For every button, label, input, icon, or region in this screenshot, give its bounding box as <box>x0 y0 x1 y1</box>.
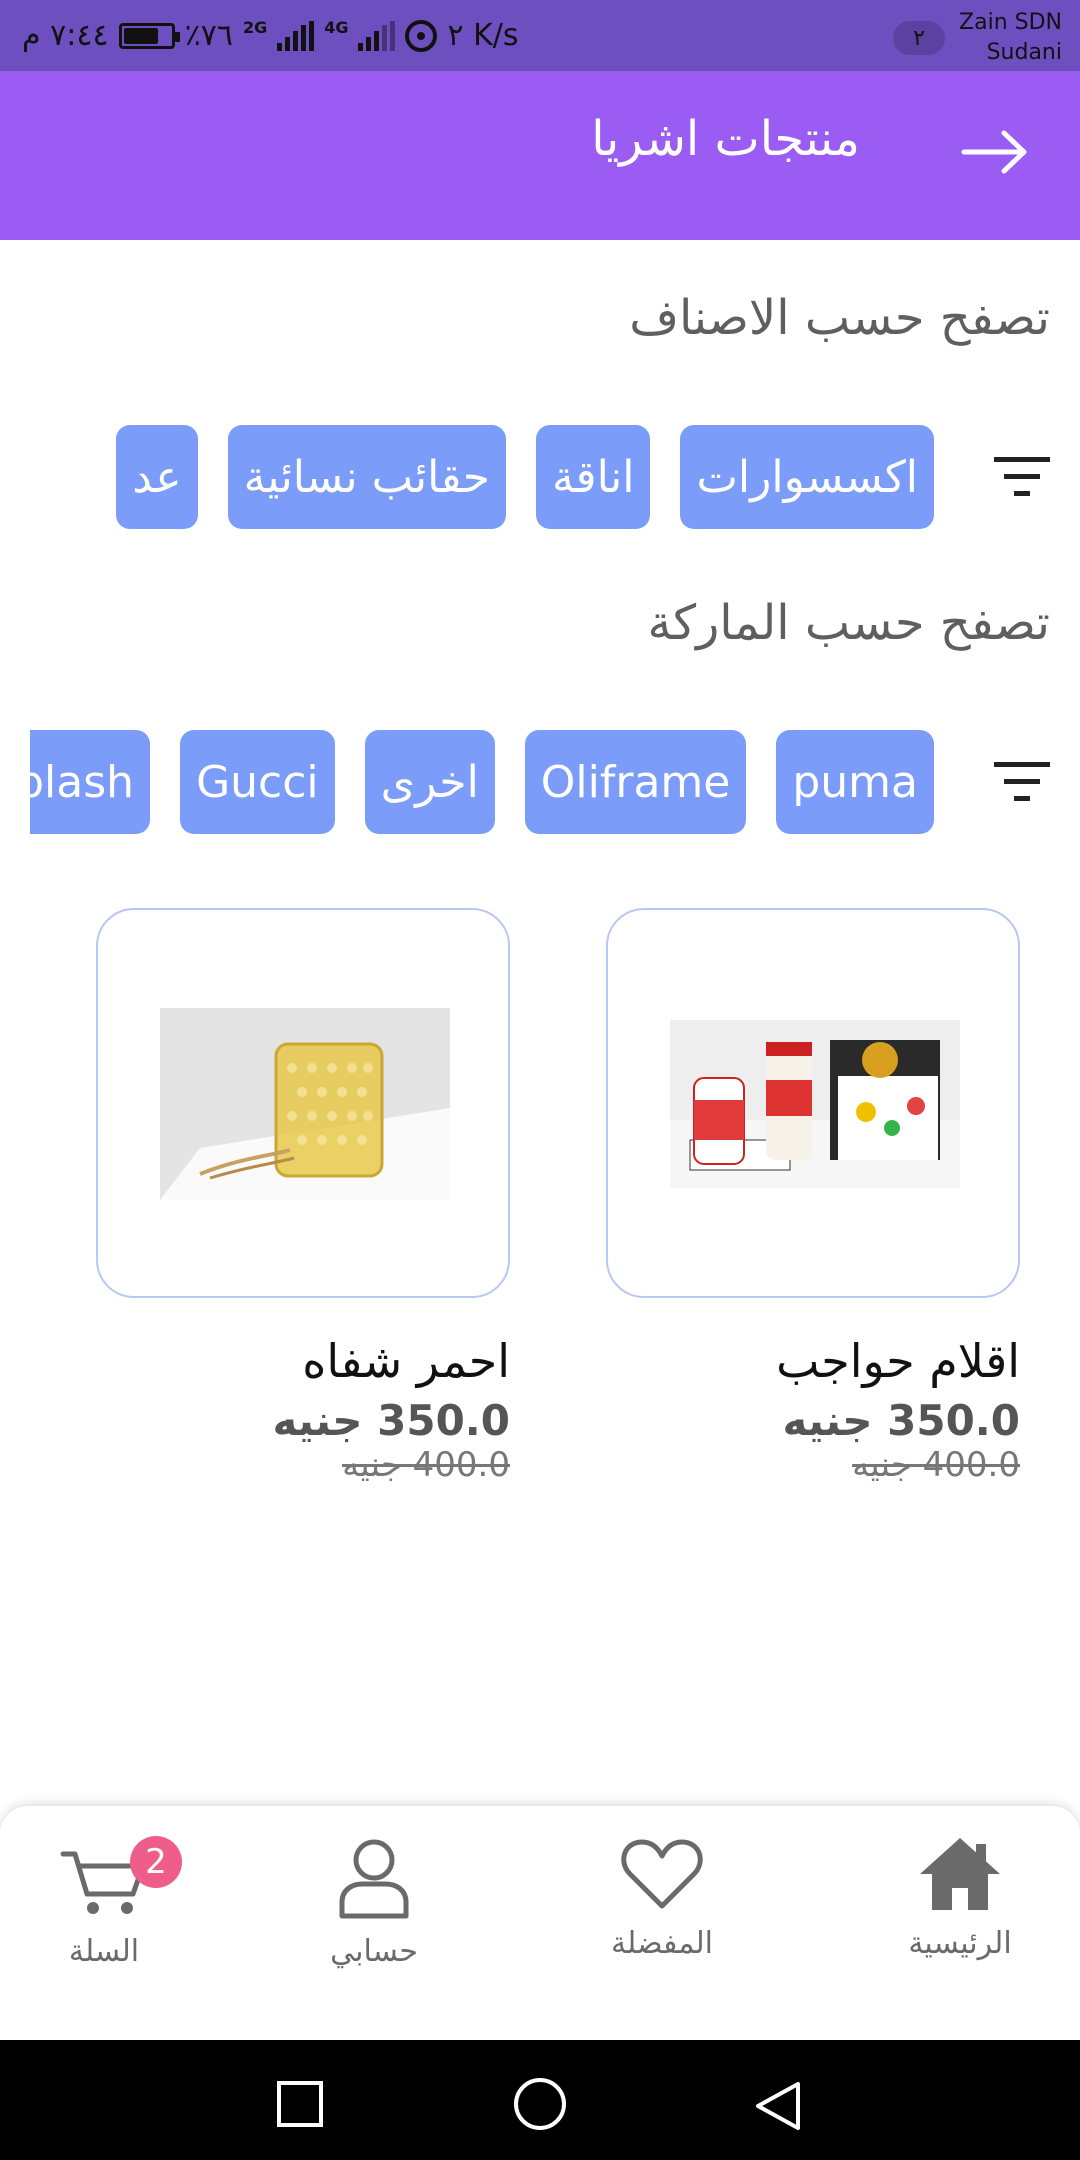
filter-icon[interactable] <box>994 760 1050 804</box>
nav-favorites[interactable]: المفضلة <box>562 1836 762 1961</box>
product-name: احمر شفاه <box>302 1334 510 1388</box>
nav-account[interactable]: حسابي <box>274 1836 474 1969</box>
system-navigation-bar <box>0 2040 1080 2160</box>
carrier-info: Zain SDN Sudani <box>959 8 1062 68</box>
recent-apps-icon[interactable] <box>276 2080 324 2128</box>
product-card[interactable]: احمر شفاه 350.0 جنيه 400.0 جنيه <box>96 908 510 1485</box>
nav-home[interactable]: الرئيسية <box>860 1836 1060 1961</box>
cart-count-badge: 2 <box>130 1836 182 1888</box>
clock: ٧:٤٤ م <box>22 18 109 53</box>
nav-cart[interactable]: 2 السلة <box>4 1836 204 1969</box>
hotspot-icon <box>405 19 438 52</box>
network-2g-label: 2G <box>242 18 268 37</box>
brand-chip[interactable]: puma <box>776 730 934 834</box>
brand-chip[interactable]: Oliframe <box>524 730 747 834</box>
categories-title: تصفح حسب الاصناف <box>629 290 1050 346</box>
battery-fill <box>123 27 158 44</box>
battery-icon <box>118 22 180 49</box>
signal-4g-icon <box>358 20 396 51</box>
status-right-group: ٢ Zain SDN Sudani <box>893 8 1062 68</box>
product-card[interactable]: اقلام حواجب 350.0 جنيه 400.0 جنيه <box>606 908 1020 1485</box>
product-old-price: 400.0 جنيه <box>852 1445 1020 1485</box>
back-button-icon[interactable] <box>754 2080 802 2132</box>
product-price: 350.0 جنيه <box>272 1396 510 1445</box>
product-image <box>160 1008 450 1200</box>
nav-account-label: حسابي <box>330 1934 418 1969</box>
category-chip[interactable]: اكسسوارات <box>680 425 934 529</box>
brand-chips: puma Oliframe اخرى Gucci plash <box>30 730 934 834</box>
bottom-navigation: الرئيسية المفضلة حسابي 2 السلة <box>0 1806 1080 2040</box>
signal-2g-icon <box>277 20 315 51</box>
arrow-right-icon[interactable] <box>960 127 1030 177</box>
sim-badge: ٢ <box>893 21 946 55</box>
brand-chip-row[interactable]: puma Oliframe اخرى Gucci plash <box>30 730 1050 840</box>
carrier-line-2: Sudani <box>986 40 1062 65</box>
network-speed: ٢ K/s <box>447 18 519 53</box>
product-price: 350.0 جنيه <box>782 1396 1020 1445</box>
category-chip[interactable]: اناقة <box>535 425 651 529</box>
brand-chip[interactable]: Gucci <box>180 730 335 834</box>
category-chip[interactable]: عد <box>116 425 198 529</box>
battery-percent: ٪٧٦ <box>184 18 233 53</box>
page-title: منتجات اشريا <box>591 111 860 167</box>
product-image <box>670 1020 960 1188</box>
status-left-group: ٧:٤٤ م ٪٧٦ 2G 4G ٢ K/s <box>22 18 519 53</box>
home-icon <box>920 1838 1000 1910</box>
category-chips: اكسسوارات اناقة حقائب نسائية عد <box>116 425 934 529</box>
product-name: اقلام حواجب <box>776 1334 1020 1388</box>
status-bar: ٧:٤٤ م ٪٧٦ 2G 4G ٢ K/s ٢ Zain SDN Sudani <box>0 0 1080 71</box>
product-image-card[interactable] <box>606 908 1020 1298</box>
product-image-card[interactable] <box>96 908 510 1298</box>
brand-chip[interactable]: plash <box>30 730 151 834</box>
heart-icon <box>621 1839 703 1909</box>
filter-icon[interactable] <box>994 455 1050 499</box>
carrier-line-1: Zain SDN <box>959 10 1062 35</box>
user-icon <box>339 1839 409 1919</box>
nav-favorites-label: المفضلة <box>610 1926 714 1961</box>
network-4g-label: 4G <box>324 18 349 37</box>
product-old-price: 400.0 جنيه <box>342 1445 510 1485</box>
category-chip[interactable]: حقائب نسائية <box>227 425 506 529</box>
brand-chip[interactable]: اخرى <box>364 730 495 834</box>
brands-title: تصفح حسب الماركة <box>647 595 1051 651</box>
nav-home-label: الرئيسية <box>908 1926 1012 1961</box>
home-button-icon[interactable] <box>512 2076 568 2132</box>
nav-cart-label: السلة <box>68 1934 140 1969</box>
app-bar: منتجات اشريا <box>0 71 1080 240</box>
category-chip-row[interactable]: اكسسوارات اناقة حقائب نسائية عد <box>30 425 1050 535</box>
